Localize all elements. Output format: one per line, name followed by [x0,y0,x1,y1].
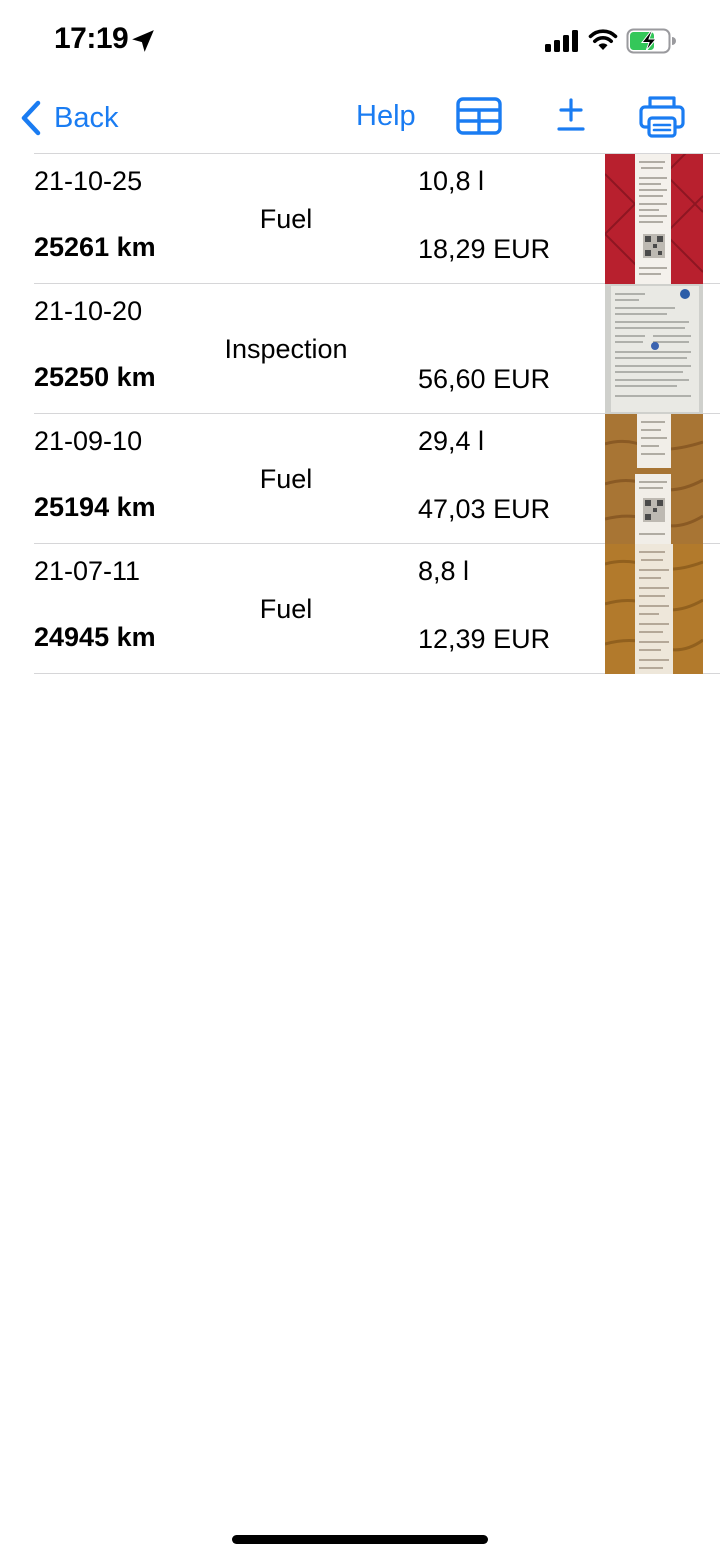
battery-charging-icon [626,28,676,54]
entry-list: 21-10-25 25261 km Fuel 10,8 l 18,29 EUR [34,153,720,674]
entry-odometer: 25194 km [34,492,156,522]
entry-cost: 47,03 EUR [418,494,551,524]
help-button[interactable]: Help [356,100,416,133]
status-time: 17:19 [54,22,129,55]
entry-date: 21-10-25 [34,166,143,196]
entry-date: 21-10-20 [34,296,143,326]
entry-type: Inspection [224,334,348,364]
home-indicator [232,1535,488,1544]
entry-odometer: 25250 km [34,362,156,392]
back-label: Back [54,101,119,134]
receipt-thumbnail[interactable] [605,414,703,544]
wifi-icon [588,29,618,50]
list-item[interactable]: 21-09-10 25194 km Fuel 29,4 l 47,03 EUR [34,414,720,544]
plus-minus-icon[interactable] [554,94,588,136]
list-item[interactable]: 21-10-20 25250 km Inspection 56,60 EUR [34,284,720,414]
entry-cost: 56,60 EUR [418,364,551,394]
entry-cost: 18,29 EUR [418,234,551,264]
printer-icon[interactable] [638,94,686,138]
status-bar: 17:19 [0,0,720,80]
entry-quantity: 29,4 l [418,426,485,456]
entry-type: Fuel [259,464,313,494]
entry-quantity: 10,8 l [418,166,485,196]
entry-type: Fuel [259,594,313,624]
chevron-left-icon [21,100,41,136]
receipt-thumbnail[interactable] [605,544,703,674]
entry-cost: 12,39 EUR [418,624,551,654]
entry-odometer: 24945 km [34,622,156,652]
table-view-icon[interactable] [456,96,502,136]
location-arrow-icon [132,30,154,52]
entry-date: 21-07-11 [34,556,141,586]
list-item[interactable]: 21-10-25 25261 km Fuel 10,8 l 18,29 EUR [34,154,720,284]
entry-date: 21-09-10 [34,426,143,456]
receipt-thumbnail[interactable] [605,154,703,284]
entry-type: Fuel [259,204,313,234]
document-thumbnail[interactable] [605,284,703,414]
entry-odometer: 25261 km [34,232,156,262]
entry-quantity: 8,8 l [418,556,470,586]
navigation-bar: Back Help [0,80,720,154]
back-button[interactable]: Back [20,96,118,140]
cellular-signal-icon [545,30,578,52]
list-item[interactable]: 21-07-11 24945 km Fuel 8,8 l 12,39 EUR [34,544,720,674]
